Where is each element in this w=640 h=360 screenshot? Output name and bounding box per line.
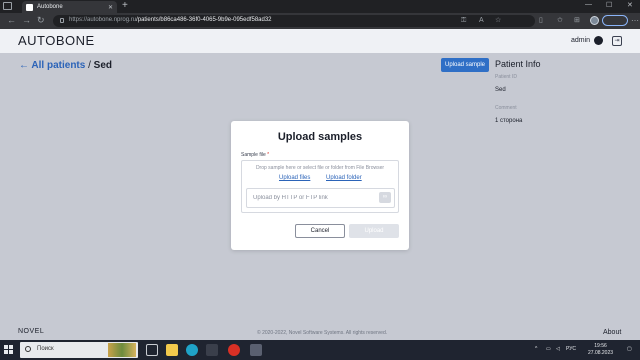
novel-logo: NOVEL	[18, 328, 45, 335]
search-icon	[25, 346, 31, 352]
app-record-icon[interactable]	[228, 344, 240, 356]
taskbar-clock[interactable]: 19:56 27.08.2023	[588, 343, 613, 357]
favorite-star-icon[interactable]: ☆	[495, 17, 501, 25]
url-text: https://autobone.nprog.ru/patients/b86ca…	[69, 17, 272, 23]
collections-icon[interactable]: ⊞	[574, 17, 580, 25]
upload-button[interactable]: Upload	[349, 224, 399, 238]
comment-value: 1 сторона	[495, 118, 523, 124]
new-tab-button[interactable]: +	[122, 1, 128, 11]
search-highlight-image	[108, 343, 136, 357]
search-label: Поиск	[37, 346, 54, 352]
task-view-icon[interactable]	[146, 344, 158, 356]
network-icon[interactable]: ▭	[546, 346, 551, 352]
update-button[interactable]	[602, 15, 628, 26]
app-header: AUTOBONE admin ⇥	[0, 29, 640, 53]
breadcrumb-current: Sed	[93, 60, 113, 71]
url-link-input[interactable]	[246, 188, 395, 208]
browser-tab-strip: Autobone ✕ + — ☐ ✕	[0, 0, 640, 13]
clock-time: 19:56	[594, 343, 607, 349]
store-icon[interactable]	[206, 344, 218, 356]
logout-icon[interactable]: ⇥	[612, 36, 622, 46]
forward-arrow-icon[interactable]: →	[22, 15, 31, 26]
breadcrumb-separator: /	[88, 60, 91, 71]
cancel-button[interactable]: Cancel	[295, 224, 345, 238]
maximize-icon[interactable]: ☐	[606, 1, 612, 9]
app-icon[interactable]	[250, 344, 262, 356]
taskbar-search[interactable]: Поиск	[20, 342, 138, 358]
copyright-text: © 2020-2022, Novel Software Systems. All…	[257, 330, 388, 336]
tray-chevron-icon[interactable]: ^	[535, 346, 537, 352]
clock-date: 27.08.2023	[588, 350, 614, 356]
reload-icon[interactable]: ↻	[37, 15, 45, 26]
tab-title: Autobone	[37, 4, 63, 10]
file-explorer-icon[interactable]	[166, 344, 178, 356]
file-dropzone[interactable]: Drop sample here or select file or folde…	[241, 160, 399, 213]
volume-icon[interactable]: ◁	[556, 346, 560, 352]
app-logo[interactable]: AUTOBONE	[18, 33, 95, 48]
upload-folder-link[interactable]: Upload folder	[326, 175, 362, 181]
favorites-icon[interactable]: ✩	[557, 17, 563, 25]
browser-toolbar: ← → ↻ https://autobone.nprog.ru/patients…	[0, 13, 640, 29]
comment-label: Comment	[495, 105, 517, 111]
upload-samples-dialog: Upload samples Sample file * Drop sample…	[231, 121, 409, 250]
patient-id-label: Patient ID	[495, 74, 517, 80]
dialog-title: Upload samples	[277, 131, 363, 143]
notifications-icon[interactable]: ▢	[627, 346, 632, 352]
user-name[interactable]: admin	[571, 37, 590, 44]
back-arrow-icon[interactable]: ←	[7, 15, 16, 26]
user-icon[interactable]	[594, 36, 603, 45]
about-link[interactable]: About	[603, 329, 621, 336]
windows-taskbar: Поиск ^ ▭ ◁ РУС 19:56 27.08.2023 ▢	[0, 340, 640, 360]
all-patients-link[interactable]: ← All patients	[19, 60, 85, 71]
language-indicator[interactable]: РУС	[566, 346, 576, 352]
drop-hint: Drop sample here or select file or folde…	[255, 165, 385, 171]
favicon-icon	[26, 3, 33, 11]
read-aloud-icon[interactable]: A	[479, 17, 484, 25]
upload-sample-button[interactable]: Upload sample	[441, 58, 489, 72]
tab-actions-icon[interactable]	[3, 2, 12, 10]
more-menu-icon[interactable]: ⋯	[631, 16, 639, 25]
close-tab-icon[interactable]: ✕	[108, 4, 113, 11]
patient-info-title: Patient Info	[495, 59, 541, 69]
split-screen-icon[interactable]: ▯	[539, 17, 543, 25]
key-icon[interactable]: ⚿	[461, 17, 466, 25]
sample-file-label: Sample file *	[241, 152, 270, 158]
address-bar[interactable]: https://autobone.nprog.ru/patients/b86ca…	[53, 15, 535, 27]
required-mark: *	[267, 152, 270, 158]
browser-tab[interactable]: Autobone ✕	[22, 1, 117, 13]
breadcrumb: ← All patients / Sed	[19, 60, 112, 71]
close-window-icon[interactable]: ✕	[627, 1, 633, 9]
lock-icon	[60, 18, 64, 23]
minimize-icon[interactable]: —	[585, 1, 592, 8]
profile-avatar[interactable]	[590, 16, 599, 25]
edge-browser-icon[interactable]	[186, 344, 198, 356]
patient-id-value: Sed	[495, 87, 506, 93]
upload-files-link[interactable]: Upload files	[279, 175, 310, 181]
windows-start-icon[interactable]	[4, 345, 14, 355]
link-icon[interactable]: ∞	[379, 192, 391, 203]
